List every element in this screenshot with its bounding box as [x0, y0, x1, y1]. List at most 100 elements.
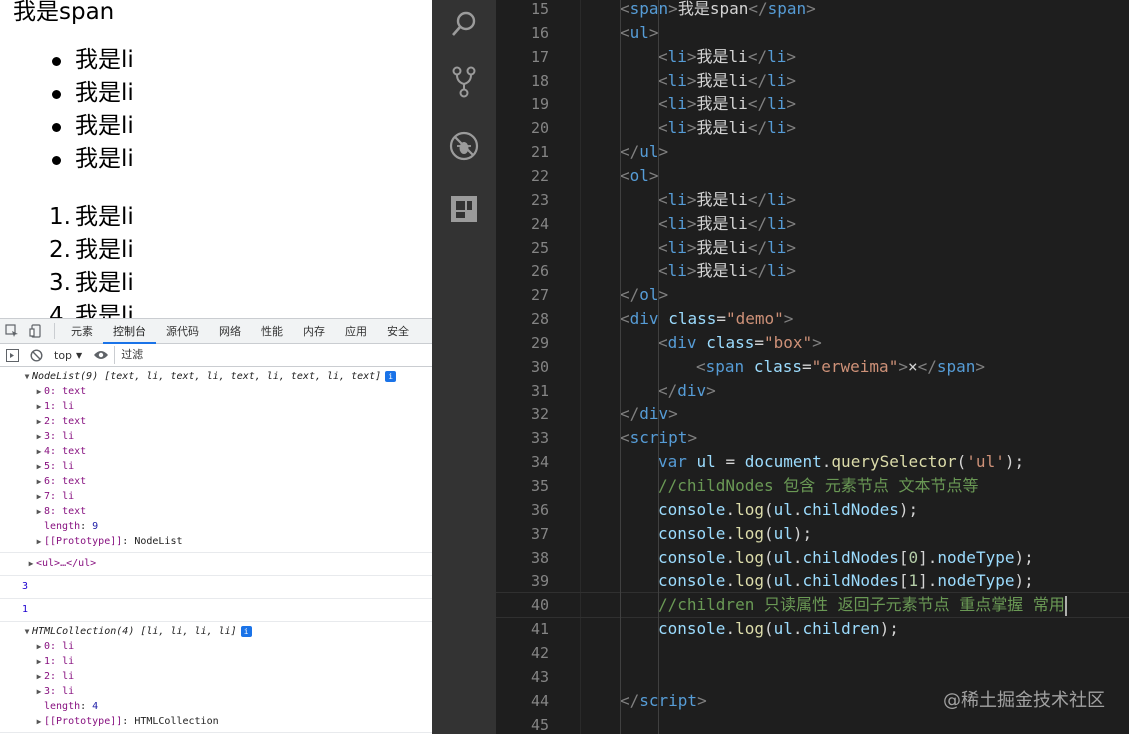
line-number: 35	[530, 477, 549, 495]
code-line[interactable]: 23 <li>我是li</li>	[496, 188, 1129, 212]
property-row[interactable]: ▶ 2: li	[0, 669, 432, 684]
property-row[interactable]: ▶ 3: li	[0, 429, 432, 444]
eye-icon[interactable]	[88, 349, 114, 361]
text-cursor	[1064, 595, 1067, 616]
property-row[interactable]: ▶ 5: li	[0, 459, 432, 474]
expand-triangle-icon[interactable]: ▶	[34, 714, 44, 729]
property-row[interactable]: ▶ 0: li	[0, 639, 432, 654]
filter-input[interactable]: 过滤	[114, 346, 432, 364]
code-line[interactable]: 33<script>	[496, 426, 1129, 450]
code-line[interactable]: 45	[496, 713, 1129, 734]
source-control-icon[interactable]	[432, 58, 496, 106]
code-line[interactable]: 22 <ol>	[496, 164, 1129, 188]
property-row[interactable]: ▶ 0: text	[0, 384, 432, 399]
bullet-icon	[52, 90, 61, 99]
code-line[interactable]: 15 <span>我是span</span>	[496, 0, 1129, 21]
code-line[interactable]: 41 console.log(ul.children);	[496, 617, 1129, 641]
tab-2[interactable]: 源代码	[156, 319, 209, 344]
code-line[interactable]: 34 var ul = document.querySelector('ul');	[496, 450, 1129, 474]
nodelist-entries: ▶ 0: text ▶ 1: li ▶ 2: text ▶ 3: li ▶ 4: text ▶ 5: …	[0, 384, 432, 519]
expand-triangle-icon[interactable]: ▶	[34, 429, 44, 444]
tab-4[interactable]: 性能	[251, 319, 293, 344]
collection-header[interactable]: ▼ HTMLCollection(4) [li, li, li, li] i	[0, 624, 432, 639]
property-value: text	[62, 416, 87, 427]
ul-element-collapsed[interactable]: ▶ <ul>…</ul>	[0, 556, 432, 571]
sidebar-icon[interactable]	[0, 344, 24, 366]
code-line[interactable]: 28 <div class="demo">	[496, 307, 1129, 331]
context-select[interactable]: top ▼	[48, 349, 88, 362]
expand-triangle-icon[interactable]: ▶	[34, 384, 44, 399]
code-line[interactable]: 21 </ul>	[496, 140, 1129, 164]
expand-triangle-icon[interactable]: ▶	[34, 639, 44, 654]
list-number: 3.	[49, 270, 71, 296]
expand-triangle-icon[interactable]: ▶	[34, 654, 44, 669]
code-line[interactable]: 42	[496, 641, 1129, 665]
code-line[interactable]: 25 <li>我是li</li>	[496, 236, 1129, 260]
property-row[interactable]: ▶ 4: text	[0, 444, 432, 459]
line-number: 40	[530, 596, 549, 615]
code-line[interactable]: 16 <ul>	[496, 21, 1129, 45]
nodelist-prototype[interactable]: ▶ [[Prototype]]: NodeList	[0, 534, 432, 549]
expand-triangle-icon[interactable]: ▶	[34, 504, 44, 519]
device-icon[interactable]	[24, 319, 48, 343]
tab-5[interactable]: 内存	[293, 319, 335, 344]
code-line[interactable]: 37 console.log(ul);	[496, 522, 1129, 546]
property-row[interactable]: ▶ 8: text	[0, 504, 432, 519]
code-line[interactable]: 30 <span class="erweima">×</span>	[496, 355, 1129, 379]
expand-triangle-icon[interactable]: ▶	[34, 684, 44, 699]
code-line[interactable]: 32 </div>	[496, 402, 1129, 426]
tab-6[interactable]: 应用	[335, 319, 377, 344]
search-icon[interactable]	[432, 0, 496, 48]
debug-icon[interactable]	[432, 122, 496, 170]
expand-triangle-icon[interactable]: ▶	[34, 489, 44, 504]
tab-0[interactable]: 元素	[61, 319, 103, 344]
expand-triangle-icon[interactable]: ▶	[34, 669, 44, 684]
tab-1[interactable]: 控制台	[103, 319, 156, 344]
code-line[interactable]: 40 //children 只读属性 返回子元素节点 重点掌握 常用	[496, 592, 1129, 619]
clear-icon[interactable]	[24, 344, 48, 366]
nodetype-1-value: 1	[22, 604, 29, 615]
list-item-text: 我是li	[75, 47, 134, 73]
code-line[interactable]: 36 console.log(ul.childNodes);	[496, 498, 1129, 522]
expand-triangle-icon[interactable]: ▶	[34, 474, 44, 489]
tab-7[interactable]: 安全	[377, 319, 419, 344]
code-line[interactable]: 27 </ol>	[496, 283, 1129, 307]
property-row[interactable]: ▶ 1: li	[0, 399, 432, 414]
collection-prototype[interactable]: ▶ [[Prototype]]: HTMLCollection	[0, 714, 432, 729]
extensions-icon[interactable]	[432, 185, 496, 233]
line-number: 45	[530, 715, 549, 734]
nodelist-header[interactable]: ▼ NodeList(9) [text, li, text, li, text,…	[0, 369, 432, 384]
expand-triangle-icon[interactable]: ▶	[26, 556, 36, 571]
expand-triangle-icon[interactable]: ▶	[34, 399, 44, 414]
property-row[interactable]: ▶ 6: text	[0, 474, 432, 489]
code-editor[interactable]: 15 <span>我是span</span> 16 <ul> 17 <li>我是li</l…	[496, 0, 1129, 734]
line-number: 18	[530, 71, 549, 90]
expand-triangle-icon[interactable]: ▼	[22, 369, 32, 384]
code-line[interactable]: 17 <li>我是li</li>	[496, 45, 1129, 69]
code-line[interactable]: 29 <div class="box">	[496, 331, 1129, 355]
expand-triangle-icon[interactable]: ▶	[34, 414, 44, 429]
info-icon[interactable]: i	[240, 625, 252, 637]
expand-triangle-icon[interactable]: ▶	[34, 444, 44, 459]
code-line[interactable]: 19 <li>我是li</li>	[496, 92, 1129, 116]
code-line[interactable]: 39 console.log(ul.childNodes[1].nodeType)…	[496, 569, 1129, 593]
devtools-tabbar: 元素 控制台 源代码 网络 性能 内存 应用 安全	[0, 319, 432, 344]
inspect-icon[interactable]	[0, 319, 24, 343]
expand-triangle-icon[interactable]: ▶	[34, 534, 44, 549]
code-line[interactable]: 26 <li>我是li</li>	[496, 259, 1129, 283]
code-line[interactable]: 20 <li>我是li</li>	[496, 116, 1129, 140]
property-row[interactable]: ▶ 7: li	[0, 489, 432, 504]
expand-triangle-icon[interactable]: ▼	[22, 624, 32, 639]
code-line[interactable]: 35 //childNodes 包含 元素节点 文本节点等	[496, 474, 1129, 498]
tab-3[interactable]: 网络	[209, 319, 251, 344]
property-row[interactable]: ▶ 2: text	[0, 414, 432, 429]
code-line[interactable]: 31 </div>	[496, 379, 1129, 403]
expand-triangle-icon[interactable]: ▶	[34, 459, 44, 474]
code-line[interactable]: 18 <li>我是li</li>	[496, 69, 1129, 93]
rendered-page: 我是span 我是li 我是li 我是li 我是li 1. 我是li 2. 我是li 3. 我是…	[0, 0, 432, 318]
property-row[interactable]: ▶ 1: li	[0, 654, 432, 669]
code-line[interactable]: 38 console.log(ul.childNodes[0].nodeType)…	[496, 546, 1129, 570]
info-icon[interactable]: i	[385, 370, 397, 382]
code-line[interactable]: 24 <li>我是li</li>	[496, 212, 1129, 236]
property-row[interactable]: ▶ 3: li	[0, 684, 432, 699]
